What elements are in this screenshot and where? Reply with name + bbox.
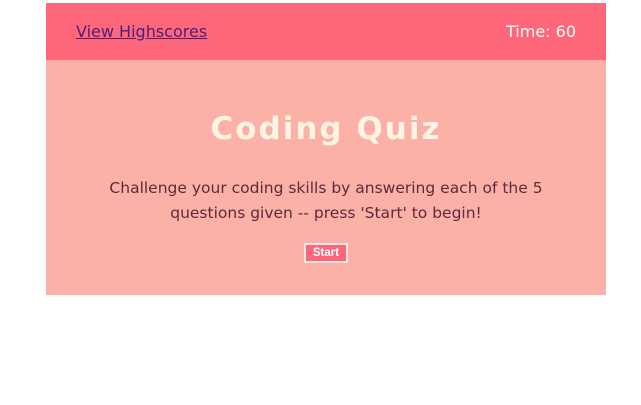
header-bar: View Highscores Time: 60 bbox=[46, 3, 606, 60]
page: View Highscores Time: 60 Coding Quiz Cha… bbox=[0, 0, 641, 405]
start-button[interactable]: Start bbox=[304, 243, 348, 263]
page-title: Coding Quiz bbox=[210, 111, 442, 147]
timer-display: Time: 60 bbox=[506, 22, 576, 41]
quiz-card: View Highscores Time: 60 Coding Quiz Cha… bbox=[46, 3, 606, 295]
view-highscores-link[interactable]: View Highscores bbox=[76, 22, 207, 41]
quiz-description: Challenge your coding skills by answerin… bbox=[109, 179, 543, 222]
